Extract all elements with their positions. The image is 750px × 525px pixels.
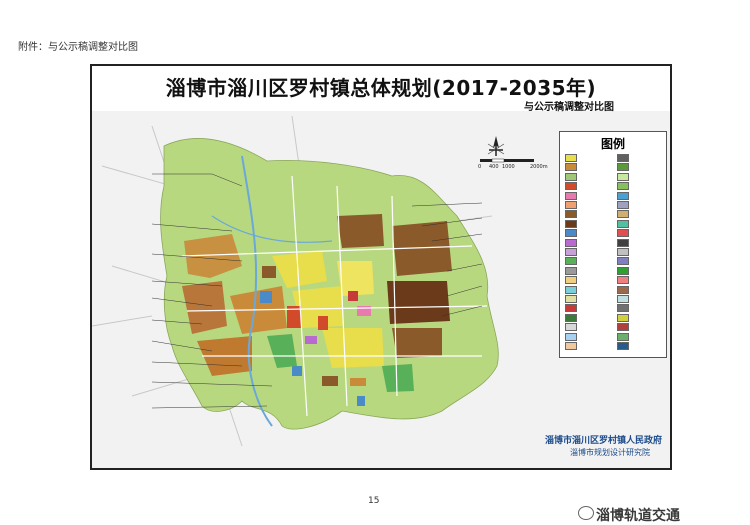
legend-swatch bbox=[617, 163, 629, 172]
legend-swatch bbox=[565, 257, 577, 266]
attachment-label: 附件：与公示稿调整对比图 bbox=[18, 42, 138, 53]
legend-swatch bbox=[617, 323, 629, 332]
legend-swatch bbox=[565, 295, 577, 303]
legend-swatch bbox=[565, 219, 577, 228]
legend-swatch bbox=[617, 342, 629, 350]
legend-swatch bbox=[617, 154, 629, 162]
legend-swatch bbox=[617, 191, 629, 200]
legend-swatch bbox=[565, 285, 577, 294]
watermark-text: 淄博轨道交通 bbox=[596, 508, 680, 524]
legend-swatch bbox=[617, 257, 629, 266]
approval-org-2: 淄博市规划设计研究院 bbox=[570, 448, 650, 457]
plan-sheet: 淄博市淄川区罗村镇总体规划(2017-2035年) 与公示稿调整对比图 0 40… bbox=[90, 64, 672, 470]
legend-swatch bbox=[617, 248, 629, 256]
approval-org-1: 淄博市淄川区罗村镇人民政府 bbox=[545, 436, 663, 446]
legend-swatch bbox=[565, 342, 577, 350]
wechat-icon bbox=[578, 506, 594, 520]
scale-tick-3: 2000m bbox=[530, 164, 548, 170]
legend-swatch bbox=[565, 191, 577, 200]
legend-swatch bbox=[565, 201, 577, 209]
legend-swatch bbox=[565, 229, 577, 238]
legend-swatch bbox=[565, 266, 577, 275]
legend-swatch bbox=[565, 276, 577, 285]
legend-swatch bbox=[565, 210, 577, 219]
legend-swatch bbox=[617, 219, 629, 228]
scale-tick-0: 0 bbox=[478, 164, 482, 170]
legend-swatch bbox=[565, 172, 577, 181]
legend-title: 图例 bbox=[600, 137, 625, 151]
map-title: 淄博市淄川区罗村镇总体规划(2017-2035年) bbox=[165, 76, 597, 100]
legend-box: 图例 bbox=[559, 131, 667, 358]
legend-swatch bbox=[565, 163, 577, 172]
legend-swatch bbox=[565, 248, 577, 256]
legend-swatch bbox=[565, 313, 577, 322]
scale-tick-1: 400 bbox=[489, 164, 499, 170]
page-number: 15 bbox=[368, 496, 380, 506]
scale-bar bbox=[480, 158, 534, 163]
legend-swatch bbox=[617, 276, 629, 285]
legend-swatch bbox=[617, 266, 629, 275]
legend-swatch bbox=[617, 285, 629, 294]
legend-swatch bbox=[617, 295, 629, 303]
legend-swatch bbox=[617, 313, 629, 322]
legend-swatch bbox=[617, 304, 629, 313]
legend-swatch bbox=[617, 229, 629, 238]
legend-swatch bbox=[617, 238, 629, 247]
scale-tick-2: 1000 bbox=[502, 164, 515, 170]
map-subtitle: 与公示稿调整对比图 bbox=[524, 102, 614, 113]
legend-swatch bbox=[617, 332, 629, 341]
legend-swatch bbox=[617, 210, 629, 219]
legend-swatch bbox=[617, 172, 629, 181]
legend-swatch bbox=[565, 304, 577, 313]
legend-swatch bbox=[565, 332, 577, 341]
legend-swatch bbox=[617, 182, 629, 191]
legend-swatch bbox=[565, 323, 577, 332]
legend-swatch bbox=[565, 182, 577, 191]
legend-swatch bbox=[565, 154, 577, 162]
legend-swatch bbox=[617, 201, 629, 209]
legend-swatch bbox=[565, 238, 577, 247]
